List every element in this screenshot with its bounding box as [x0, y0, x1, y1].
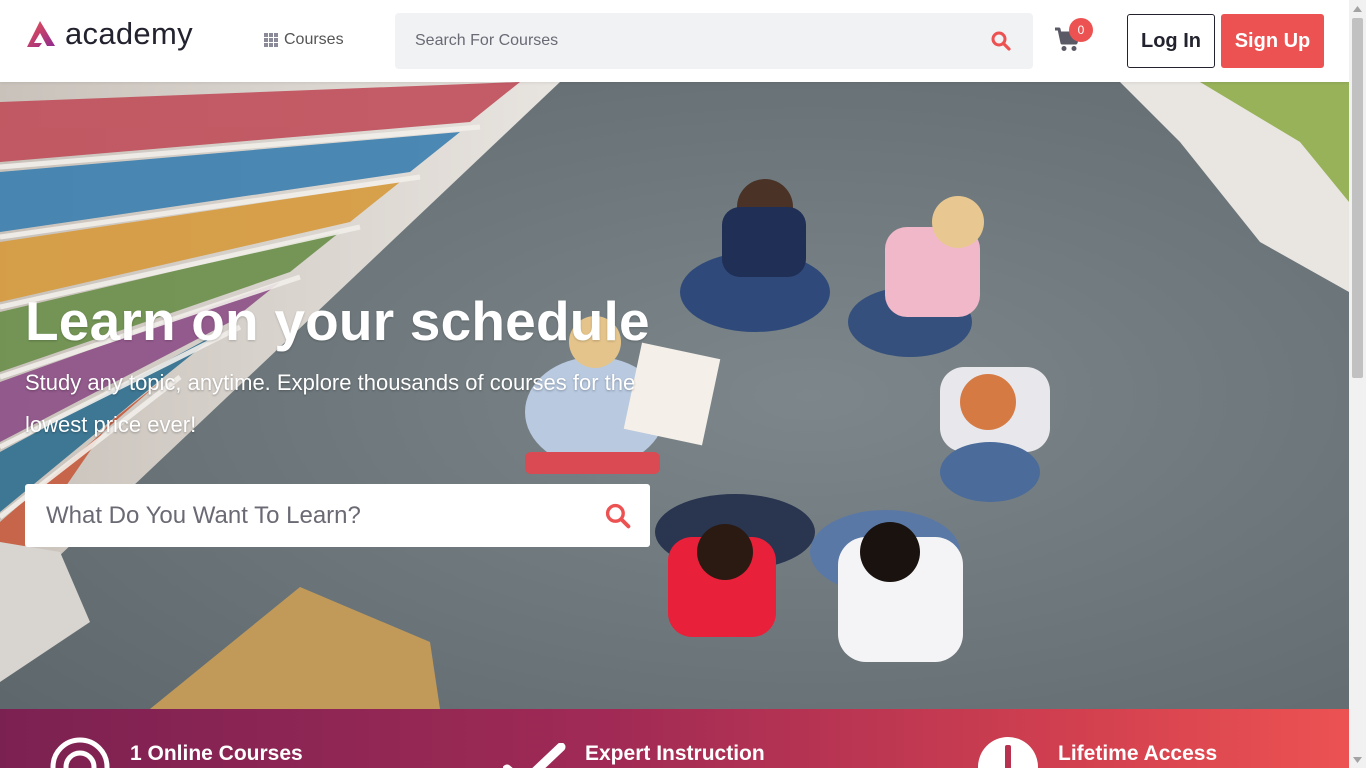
academy-logo[interactable]: academy	[25, 18, 193, 49]
logo-text: academy	[65, 16, 193, 51]
header-search-bar	[395, 13, 1033, 69]
courses-menu-button[interactable]: Courses	[264, 31, 344, 49]
feature-item: Lifetime Access	[978, 709, 1278, 768]
target-icon	[50, 737, 110, 768]
hero-search-bar	[25, 484, 650, 547]
hero-banner: Learn on your schedule Study any topic, …	[0, 82, 1349, 709]
clock-icon	[978, 737, 1038, 768]
signup-button[interactable]: Sign Up	[1221, 14, 1324, 68]
hero-search-input[interactable]	[46, 501, 604, 530]
features-bar: 1 Online Courses Expert Instruction Life…	[0, 709, 1349, 768]
search-icon[interactable]	[989, 29, 1013, 53]
check-icon	[503, 743, 566, 768]
site-header: academy Courses 0 Log In Sign Up	[0, 0, 1349, 82]
feature-label: 1 Online Courses	[130, 742, 303, 765]
hero-search-icon[interactable]	[604, 502, 632, 530]
logo-mark-icon	[27, 20, 55, 47]
scrollbar-thumb[interactable]	[1352, 18, 1363, 378]
hero-title: Learn on your schedule	[25, 290, 650, 352]
feature-label: Expert Instruction	[585, 742, 765, 765]
login-button[interactable]: Log In	[1127, 14, 1215, 68]
hero-subtitle: Study any topic, anytime. Explore thousa…	[25, 370, 636, 437]
header-search-input[interactable]	[415, 32, 989, 50]
cart-count-badge: 0	[1069, 18, 1093, 42]
scroll-up-arrow-icon[interactable]	[1349, 0, 1366, 17]
scroll-down-arrow-icon[interactable]	[1349, 751, 1366, 768]
feature-label: Lifetime Access	[1058, 742, 1218, 765]
feature-item: 1 Online Courses	[50, 709, 350, 768]
page-scrollbar[interactable]	[1349, 0, 1366, 768]
courses-menu-label: Courses	[284, 31, 344, 48]
feature-item: Expert Instruction	[503, 709, 823, 768]
grid-icon	[264, 33, 278, 47]
